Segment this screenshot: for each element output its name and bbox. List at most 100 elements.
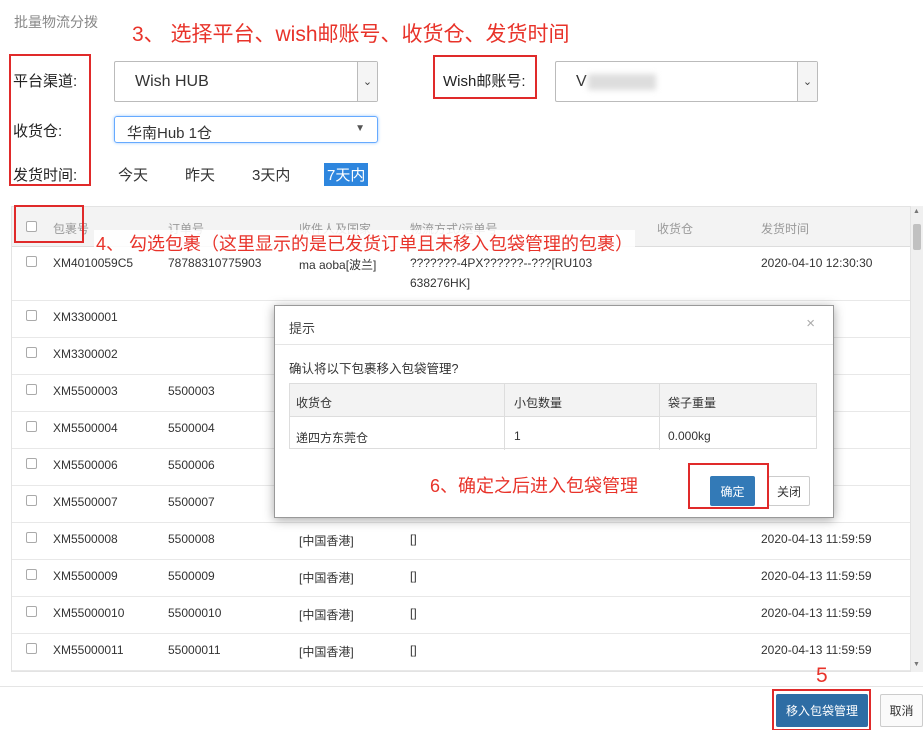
cell-order: 55000011 [168, 643, 221, 657]
table-row: XM55000011 55000011 [中国香港] [] 2020-04-13 11:… [12, 634, 910, 671]
time-option-yesterday[interactable]: 昨天 [182, 163, 218, 186]
dialog-header-count: 小包数量 [514, 396, 563, 410]
dialog-header-weight: 袋子重量 [668, 396, 717, 410]
cancel-button[interactable]: 取消 [880, 694, 923, 727]
chevron-down-icon: ⌄ [357, 62, 377, 101]
cell-order: 5500004 [168, 421, 215, 435]
platform-label: 平台渠道: [13, 73, 78, 90]
cell-package: XM3300001 [53, 310, 118, 324]
confirm-button[interactable]: 确定 [710, 476, 755, 506]
cell-logistics-line2: 638276HK] [410, 276, 471, 290]
scroll-thumb[interactable] [913, 224, 921, 250]
row-checkbox[interactable] [26, 643, 37, 654]
row-checkbox[interactable] [26, 569, 37, 580]
caret-down-icon: ▼ [355, 123, 365, 134]
cell-package: XM5500004 [53, 421, 118, 435]
cell-time: 2020-04-10 12:30:30 [761, 256, 873, 270]
cell-recipient: [中国香港] [299, 608, 354, 622]
select-all-checkbox[interactable] [26, 221, 37, 232]
annotation-step3: 3、 选择平台、wish邮账号、收货仓、发货时间 [132, 23, 570, 46]
time-label: 发货时间: [13, 167, 78, 184]
cell-package: XM55000011 [53, 643, 124, 657]
chevron-down-icon: ⌄ [797, 62, 817, 101]
time-option-3days[interactable]: 3天内 [249, 163, 293, 186]
dialog-title: 提示 [289, 321, 316, 336]
table-row: XM55000010 55000010 [中国香港] [] 2020-04-13 11:… [12, 597, 910, 634]
move-to-bag-button[interactable]: 移入包袋管理 [776, 694, 868, 727]
row-checkbox[interactable] [26, 347, 37, 358]
row-checkbox[interactable] [26, 310, 37, 321]
cell-logistics: ???????-4PX??????--???[RU103 [410, 256, 593, 270]
row-checkbox[interactable] [26, 384, 37, 395]
footer-divider [0, 686, 923, 687]
platform-value: Wish HUB [135, 73, 209, 90]
cell-package: XM3300002 [53, 347, 118, 361]
table-row: XM5500008 5500008 [中国香港] [] 2020-04-13 11:59… [12, 523, 910, 560]
cell-logistics: [] [410, 569, 417, 583]
account-value: V [576, 73, 587, 90]
cell-logistics: [] [410, 606, 417, 620]
dialog-cell-warehouse: 递四方东莞仓 [296, 431, 369, 445]
dialog-divider [275, 344, 833, 345]
cell-package: XM5500009 [53, 569, 118, 583]
header-package: 包裹号 [53, 222, 90, 236]
row-checkbox[interactable] [26, 532, 37, 543]
annotation-step6: 6、确定之后进入包袋管理 [430, 476, 639, 496]
row-checkbox[interactable] [26, 458, 37, 469]
warehouse-select[interactable]: 华南Hub 1仓 ▼ [114, 116, 378, 143]
dialog-message: 确认将以下包裹移入包袋管理? [289, 362, 459, 376]
annotation-step4: 4、 勾选包裹（这里显示的是已发货订单且未移入包袋管理的包裹） [94, 230, 636, 256]
row-checkbox[interactable] [26, 495, 37, 506]
dialog-table: 收货仓 小包数量 袋子重量 递四方东莞仓 1 0.000kg [289, 383, 817, 450]
warehouse-label: 收货仓: [13, 123, 63, 140]
cell-order: 5500006 [168, 458, 215, 472]
cell-time: 2020-04-13 11:59:59 [761, 606, 872, 620]
header-time: 发货时间 [761, 222, 810, 236]
dialog-cell-weight: 0.000kg [668, 429, 711, 443]
table-scrollbar[interactable]: ▲ ▼ [911, 206, 923, 672]
warehouse-value: 华南Hub 1仓 [127, 125, 213, 142]
header-warehouse: 收货仓 [657, 222, 694, 236]
cell-order: 55000010 [168, 606, 222, 620]
cell-package: XM5500006 [53, 458, 118, 472]
cell-order: 5500007 [168, 495, 215, 509]
cell-package: XM55000010 [53, 606, 125, 620]
dialog-cell-count: 1 [514, 429, 521, 443]
dialog-col-divider [504, 384, 505, 450]
cell-package: XM4010059C5 [53, 256, 134, 270]
annotation-step5: 5 [816, 664, 828, 687]
cell-recipient: ma aoba[波兰] [299, 258, 377, 272]
platform-select[interactable]: Wish HUB ⌄ [114, 61, 378, 102]
time-option-today[interactable]: 今天 [115, 163, 151, 186]
cell-recipient: [中国香港] [299, 534, 354, 548]
row-checkbox[interactable] [26, 256, 37, 267]
cell-time: 2020-04-13 11:59:59 [761, 532, 872, 546]
account-select[interactable]: V ⌄ [555, 61, 818, 102]
cell-recipient: [中国香港] [299, 571, 354, 585]
close-icon[interactable]: × [806, 315, 815, 332]
page-title: 批量物流分拨 [14, 14, 98, 30]
cell-recipient: [中国香港] [299, 645, 354, 659]
dialog-header-warehouse: 收货仓 [296, 396, 333, 410]
cell-order: 5500008 [168, 532, 215, 546]
account-label: Wish邮账号: [443, 73, 526, 90]
cell-package: XM5500003 [53, 384, 118, 398]
time-option-7days[interactable]: 7天内 [324, 163, 369, 186]
row-checkbox[interactable] [26, 606, 37, 617]
cell-order: 78788310775903 [168, 256, 262, 270]
redacted-account [588, 74, 656, 90]
cell-package: XM5500007 [53, 495, 118, 509]
row-checkbox[interactable] [26, 421, 37, 432]
scroll-down-icon[interactable]: ▼ [913, 661, 920, 668]
cell-logistics: [] [410, 643, 417, 657]
scroll-up-icon[interactable]: ▲ [913, 208, 920, 215]
cell-order: 5500009 [168, 569, 215, 583]
cell-package: XM5500008 [53, 532, 118, 546]
cell-order: 5500003 [168, 384, 215, 398]
dialog-col-divider [659, 384, 660, 450]
cell-time: 2020-04-13 11:59:59 [761, 569, 872, 583]
cell-logistics: [] [410, 532, 417, 546]
dialog-close-button[interactable]: 关闭 [768, 476, 810, 506]
table-row: XM5500009 5500009 [中国香港] [] 2020-04-13 11:59… [12, 560, 910, 597]
cell-time: 2020-04-13 11:59:59 [761, 643, 872, 657]
